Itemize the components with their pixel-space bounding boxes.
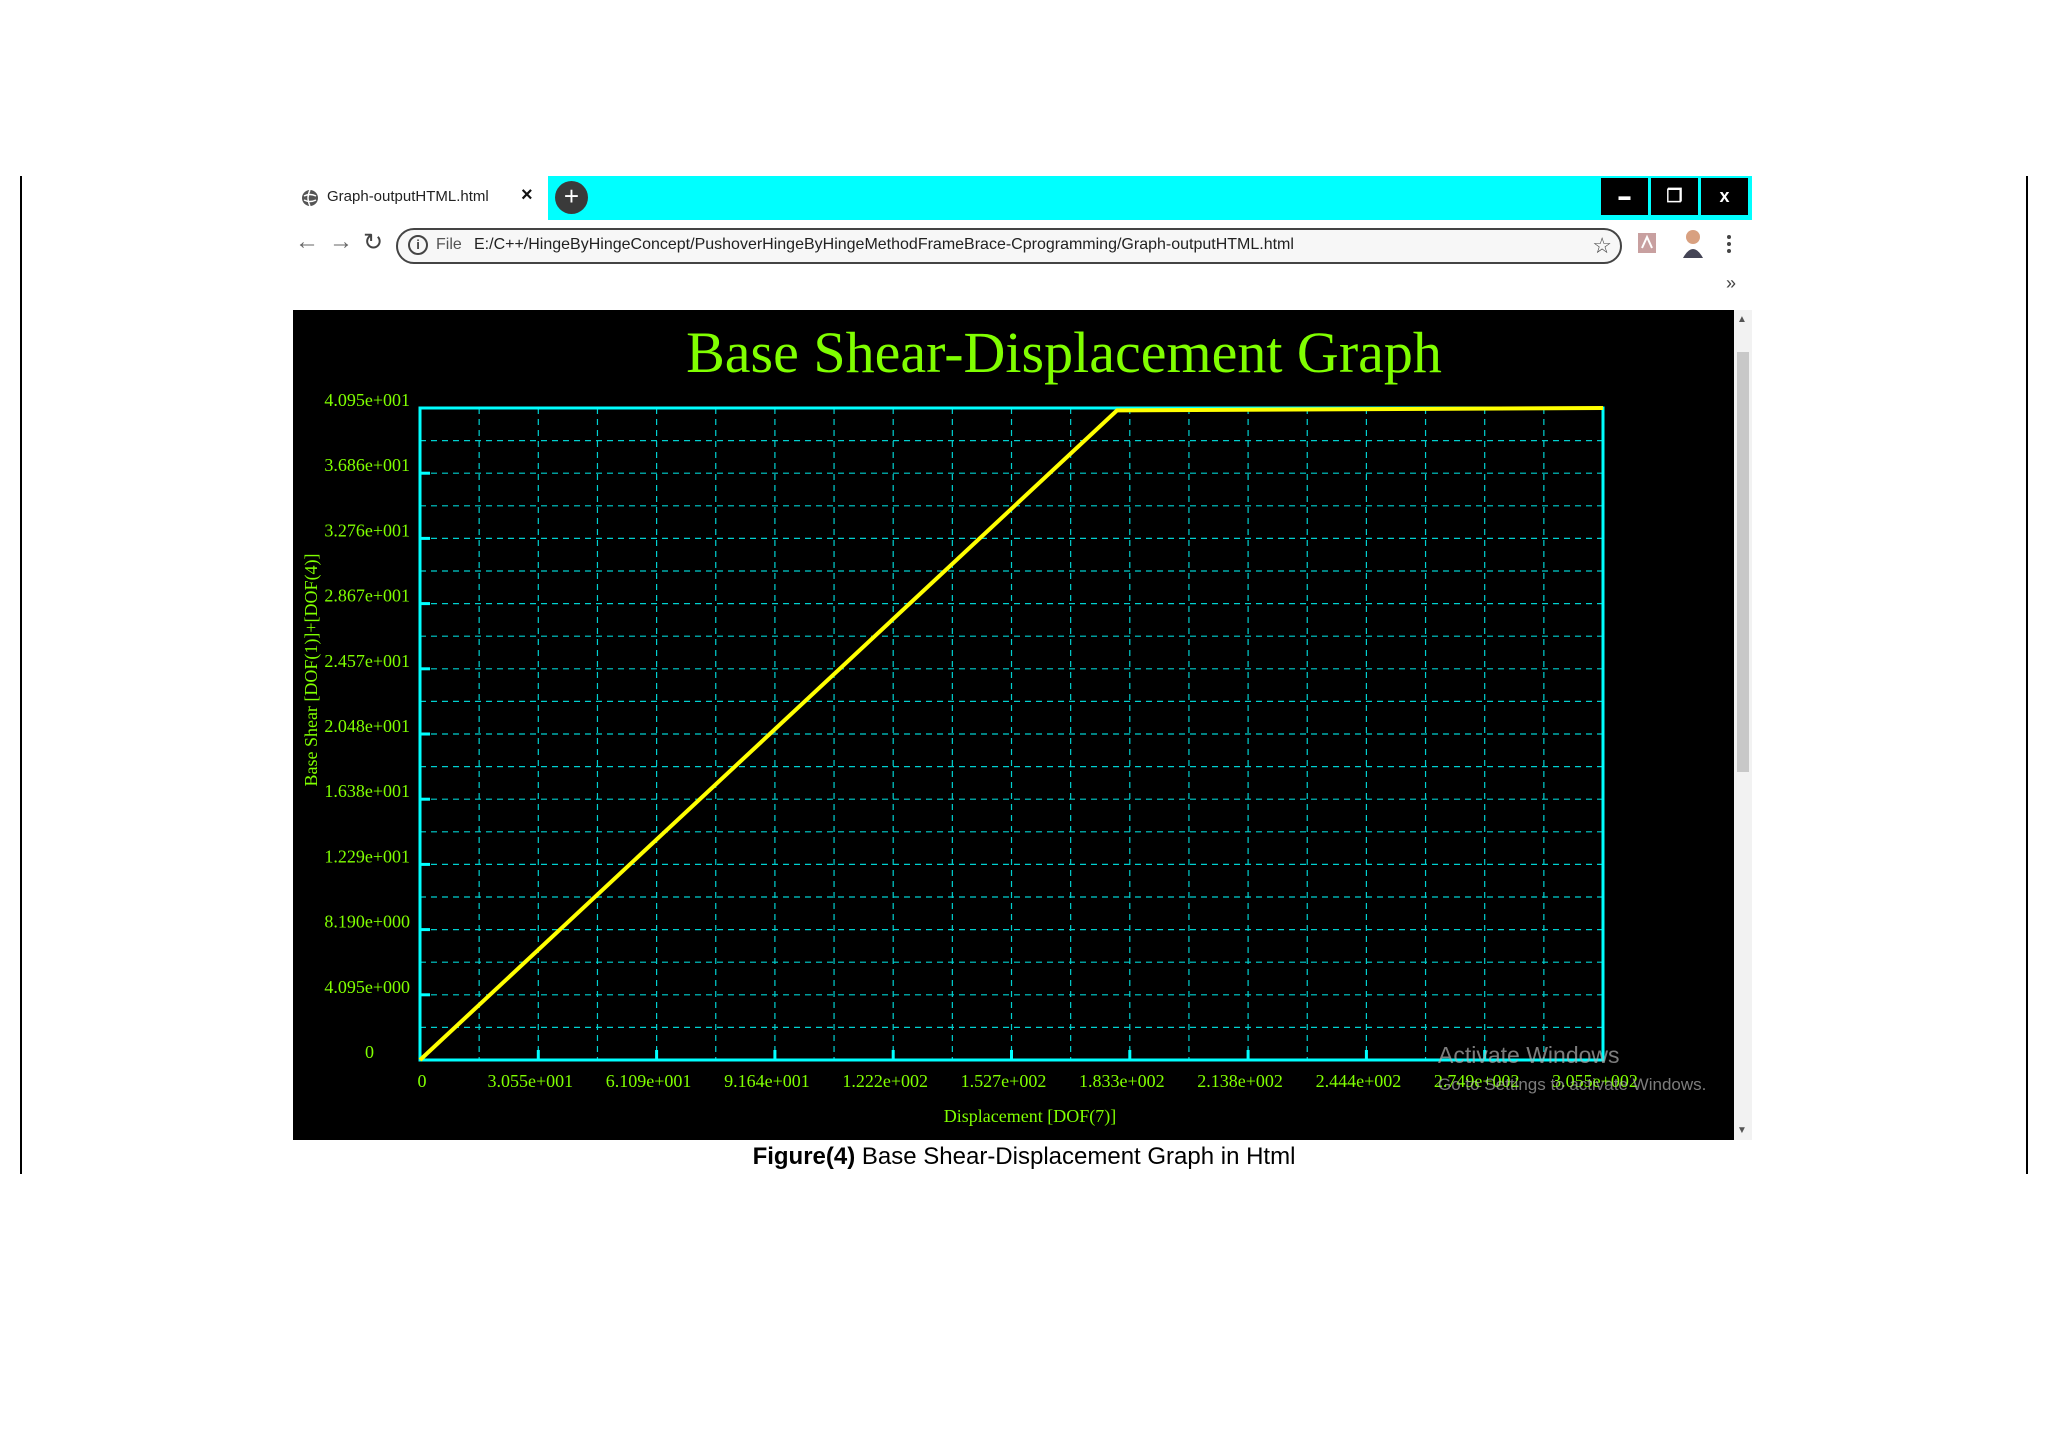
y-tick-label: 2.867e+001: [324, 586, 410, 606]
address-scheme: File: [436, 236, 462, 253]
x-tick-label: 3.055e+001: [487, 1071, 573, 1091]
x-tick-label: 1.527e+002: [961, 1071, 1047, 1091]
y-tick-label: 4.095e+001: [324, 390, 410, 410]
tab-bar: Graph-outputHTML.html × + ▬ ❐ x: [293, 176, 1752, 220]
tab-active[interactable]: Graph-outputHTML.html ×: [293, 176, 548, 220]
y-tick-label: 1.229e+001: [324, 846, 410, 866]
x-tick-label: 2.444e+002: [1316, 1071, 1402, 1091]
figure-caption-text: Base Shear-Displacement Graph in Html: [855, 1143, 1296, 1170]
star-icon[interactable]: ☆: [1592, 233, 1612, 259]
back-icon[interactable]: ←: [295, 228, 319, 256]
x-tick-label: 1.222e+002: [842, 1071, 928, 1091]
y-tick-label: 1.638e+001: [324, 781, 410, 801]
tab-close-button[interactable]: ×: [521, 184, 533, 207]
y-tick-label: 2.048e+001: [324, 716, 410, 736]
page-margin-right: [2026, 176, 2028, 1174]
restore-button[interactable]: ❐: [1651, 178, 1698, 215]
reload-icon[interactable]: ↻: [363, 228, 383, 257]
close-window-button[interactable]: x: [1701, 178, 1748, 215]
activate-windows-subtitle: Go to Settings to activate Windows.: [1438, 1075, 1706, 1094]
y-tick-label: 3.686e+001: [324, 455, 410, 475]
browser-toolbar: ← → ↻ i File E:/C++/HingeByHingeConcept/…: [293, 220, 1752, 266]
y-tick-label: 0: [365, 1042, 374, 1062]
new-tab-button[interactable]: +: [555, 181, 588, 214]
x-tick-label: 1.833e+002: [1079, 1071, 1165, 1091]
y-tick-label: 8.190e+000: [324, 912, 410, 932]
scroll-up-icon[interactable]: ▲: [1737, 314, 1747, 325]
x-tick-label: 0: [418, 1071, 427, 1091]
chart-title: Base Shear-Displacement Graph: [686, 320, 1442, 385]
x-tick-label: 6.109e+001: [606, 1071, 692, 1091]
profile-icon[interactable]: [1682, 228, 1704, 258]
forward-icon[interactable]: →: [329, 228, 353, 256]
y-tick-label: 2.457e+001: [324, 651, 410, 671]
menu-icon[interactable]: [1726, 234, 1732, 254]
x-tick-label: 2.138e+002: [1197, 1071, 1283, 1091]
tab-title: Graph-outputHTML.html: [327, 188, 489, 205]
page-margin-left: [20, 176, 22, 1174]
scroll-down-icon[interactable]: ▼: [1737, 1125, 1747, 1136]
y-axis-label: Base Shear [DOF(1)]+[DOF(4)]: [301, 553, 322, 786]
browser-window: Graph-outputHTML.html × + ▬ ❐ x ← → ↻ i …: [293, 176, 1752, 1140]
info-icon[interactable]: i: [408, 235, 428, 255]
figure-caption-label: Figure(4): [752, 1143, 856, 1170]
address-bar[interactable]: i File E:/C++/HingeByHingeConcept/Pushov…: [396, 228, 1622, 264]
minimize-button[interactable]: ▬: [1601, 178, 1648, 215]
figure-caption: Figure(4) Base Shear-Displacement Graph …: [0, 1143, 2048, 1171]
globe-icon: [302, 189, 318, 207]
vertical-scrollbar[interactable]: ▲ ▼: [1734, 310, 1752, 1140]
chart: Base Shear-Displacement Graph 0 3.055e+001…: [301, 320, 1706, 1127]
activate-windows-title: Activate Windows: [1438, 1042, 1620, 1068]
bookmarks-chevron[interactable]: »: [1726, 273, 1736, 294]
x-axis-label: Displacement [DOF(7)]: [944, 1106, 1116, 1127]
x-tick-label: 9.164e+001: [724, 1071, 810, 1091]
y-tick-label: 4.095e+000: [324, 977, 410, 997]
pdf-icon[interactable]: [1637, 232, 1657, 254]
page-content: Base Shear-Displacement Graph 0 3.055e+001…: [293, 310, 1752, 1140]
y-tick-label: 3.276e+001: [324, 520, 410, 540]
scrollbar-thumb[interactable]: [1737, 352, 1749, 772]
address-url[interactable]: E:/C++/HingeByHingeConcept/PushoverHinge…: [474, 236, 1294, 254]
